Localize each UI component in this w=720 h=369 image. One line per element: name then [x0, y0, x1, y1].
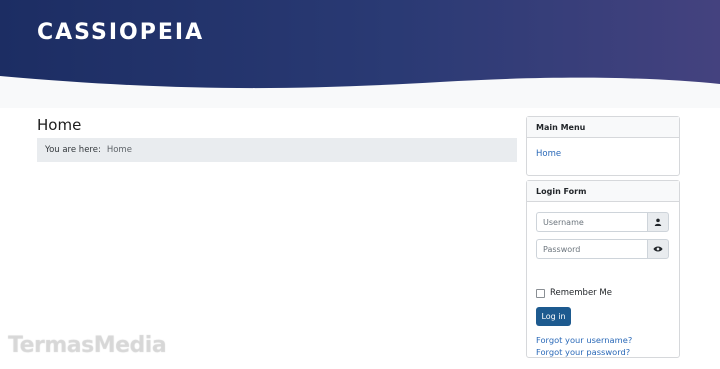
username-input[interactable]: Username: [536, 212, 647, 232]
remember-me: Remember Me: [536, 288, 612, 298]
login-form-title: Login Form: [527, 181, 679, 202]
password-group: Password: [536, 239, 669, 259]
username-group: Username: [536, 212, 669, 232]
login-button[interactable]: Log in: [536, 307, 571, 326]
breadcrumb-current: Home: [106, 145, 132, 155]
remember-checkbox[interactable]: [536, 288, 545, 298]
breadcrumb-prefix: You are here:: [45, 145, 101, 155]
main-menu-title: Main Menu: [527, 117, 679, 138]
watermark: TermasMedia: [8, 333, 167, 358]
breadcrumb: You are here: Home: [37, 138, 517, 162]
site-header: CASSIOPEIA: [0, 0, 720, 108]
menu-item-home[interactable]: Home: [536, 149, 561, 159]
page-title: Home: [37, 116, 82, 134]
remember-label: Remember Me: [550, 288, 612, 298]
password-input[interactable]: Password: [536, 239, 647, 259]
login-form-card: Login Form Username Password Remember Me…: [526, 180, 680, 358]
forgot-username-link[interactable]: Forgot your username?: [536, 335, 632, 345]
main-menu-card: Main Menu Home: [526, 116, 680, 176]
forgot-password-link[interactable]: Forgot your password?: [536, 347, 630, 357]
site-logo[interactable]: CASSIOPEIA: [37, 20, 204, 45]
user-icon: [647, 212, 669, 232]
header-wave: [0, 76, 720, 108]
eye-icon[interactable]: [647, 239, 669, 259]
